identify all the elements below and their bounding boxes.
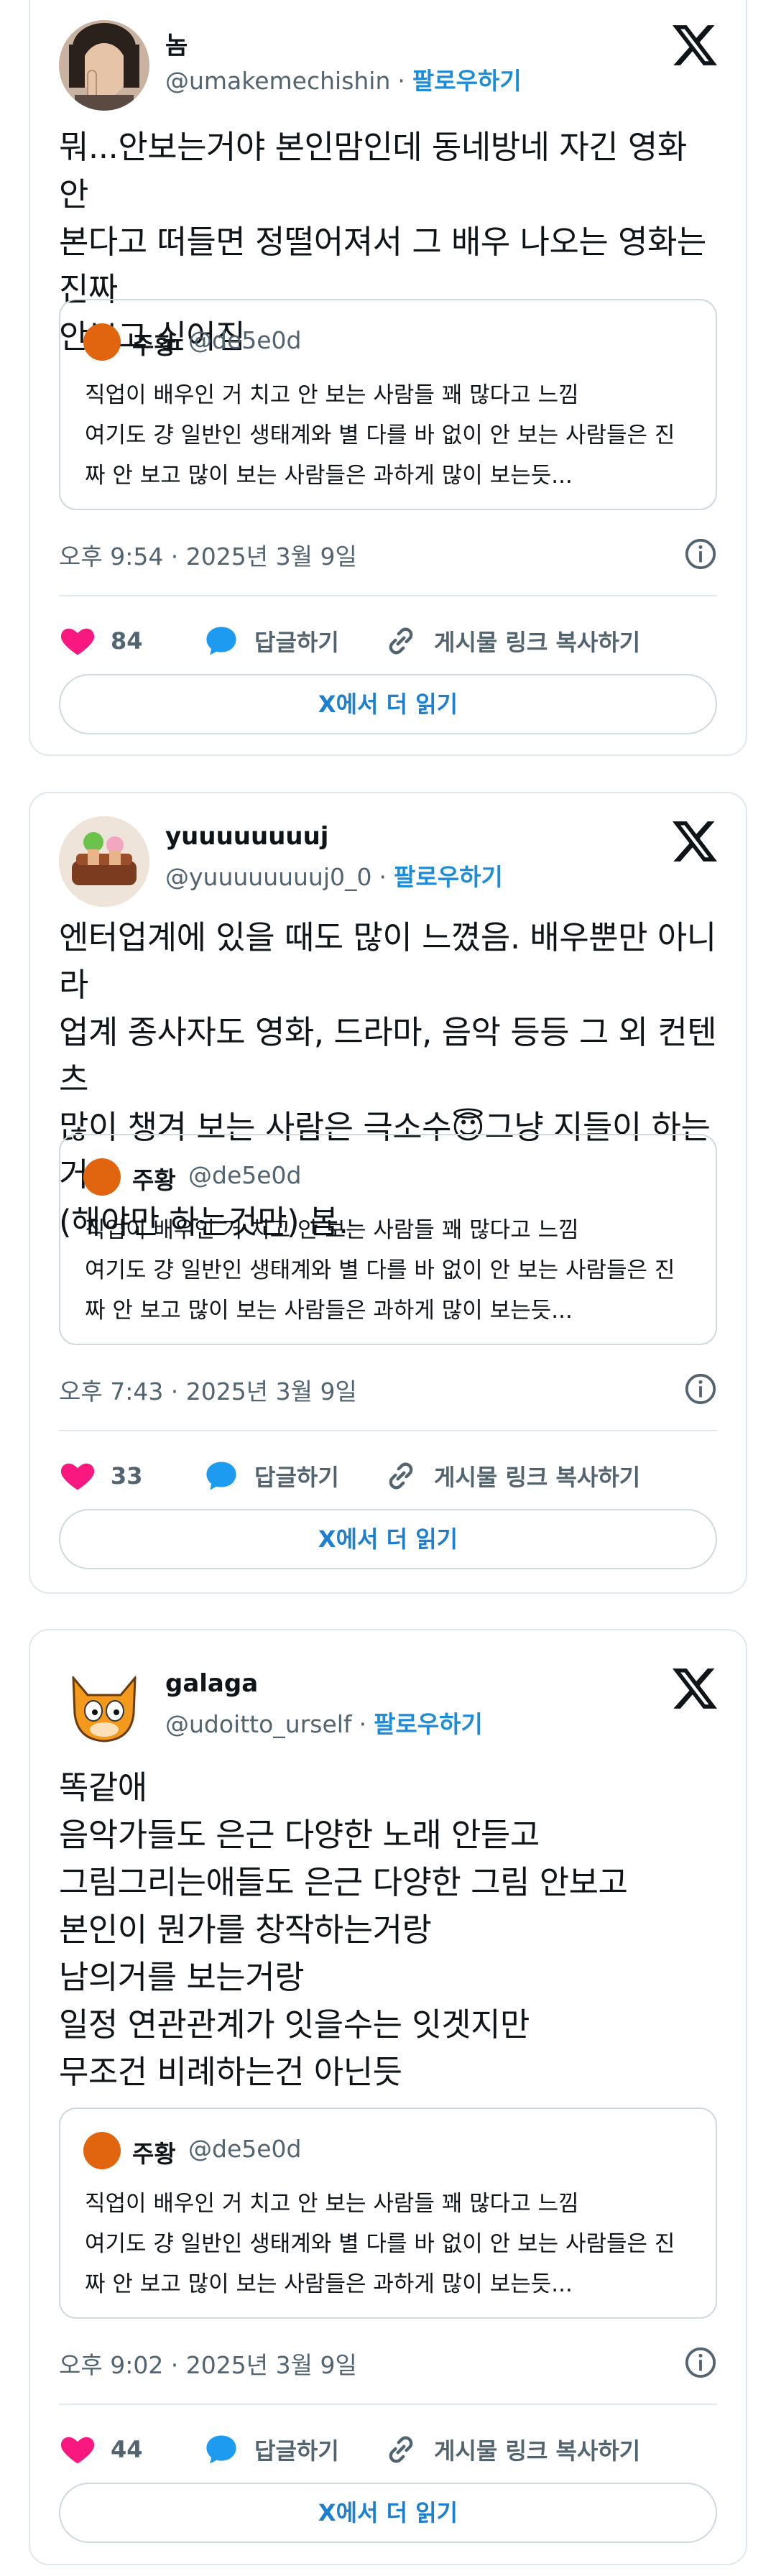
x-logo-icon[interactable] [673, 819, 717, 864]
reply-label: 답글하기 [254, 1464, 339, 1491]
tweet-text: 똑같애 음악가들도 은근 다양한 노래 안듣고 그림그리는애들도 은근 다양한 … [59, 1768, 628, 2091]
timestamp[interactable]: 오후 9:02 · 2025년 3월 9일 [59, 2346, 357, 2381]
handle-row: @udoitto_urself · 팔로우하기 [165, 1705, 483, 1740]
quote-avatar [83, 323, 121, 361]
reply-label: 답글하기 [254, 2437, 339, 2465]
quoted-tweet[interactable]: 주황 @de5e0d 직업이 배우인 거 치고 안 보는 사람들 꽤 많다고 느… [59, 299, 717, 510]
info-icon[interactable] [684, 2346, 717, 2379]
divider [59, 1430, 717, 1431]
reply-button[interactable]: 답글하기 [203, 2428, 339, 2471]
tweet-header: 놈 @umakemechishin · 팔로우하기 [59, 20, 717, 115]
display-name[interactable]: galaga [165, 1669, 258, 1698]
follow-button[interactable]: 팔로우하기 [394, 863, 503, 891]
avatar[interactable] [59, 20, 149, 111]
follow-button[interactable]: 팔로우하기 [412, 67, 522, 95]
user-handle[interactable]: @umakemechishin [165, 67, 390, 95]
tweet-header: yuuuuuuuuj @yuuuuuuuuj0_0 · 팔로우하기 [59, 816, 717, 911]
quote-handle: @de5e0d [188, 2135, 302, 2163]
reply-button[interactable]: 답글하기 [203, 1454, 339, 1497]
link-icon [389, 627, 413, 655]
quoted-tweet[interactable]: 주황 @de5e0d 직업이 배우인 거 치고 안 보는 사람들 꽤 많다고 느… [59, 2108, 717, 2319]
x-logo-icon[interactable] [673, 1666, 717, 1711]
display-name[interactable]: yuuuuuuuuj [165, 822, 328, 851]
copy-link-label: 게시물 링크 복사하기 [434, 629, 641, 656]
quote-text: 직업이 배우인 거 치고 안 보는 사람들 꽤 많다고 느낌 여기도 걍 일반인… [85, 1217, 675, 1324]
quote-display-name: 주황 [132, 1166, 176, 1194]
action-bar: 33 답글하기 게시물 링크 복사하기 [59, 1454, 717, 1497]
handle-row: @umakemechishin · 팔로우하기 [165, 62, 522, 96]
copy-link-label: 게시물 링크 복사하기 [434, 1464, 641, 1491]
avatar[interactable] [59, 816, 149, 907]
x-logo-icon[interactable] [673, 23, 717, 68]
quote-display-name: 주황 [132, 331, 176, 359]
separator: · [359, 1710, 367, 1738]
copy-link-button[interactable]: 게시물 링크 복사하기 [382, 619, 640, 663]
avatar[interactable] [59, 1663, 149, 1754]
like-count: 84 [111, 627, 143, 655]
display-name[interactable]: 놈 [165, 26, 188, 61]
tweet-header: galaga @udoitto_urself · 팔로우하기 [59, 1663, 717, 1758]
info-icon[interactable] [684, 1372, 717, 1405]
separator: · [397, 67, 405, 95]
speech-bubble-icon [206, 1462, 236, 1490]
tweet-card: galaga @udoitto_urself · 팔로우하기 똑같애 음악가들도 은… [29, 1629, 747, 2565]
link-icon [389, 1462, 413, 1490]
quote-avatar [83, 1158, 121, 1196]
copy-link-button[interactable]: 게시물 링크 복사하기 [382, 1454, 640, 1497]
follow-button[interactable]: 팔로우하기 [374, 1710, 483, 1738]
quote-handle: @de5e0d [188, 326, 302, 354]
info-icon[interactable] [684, 537, 717, 571]
quote-text: 직업이 배우인 거 치고 안 보는 사람들 꽤 많다고 느낌 여기도 걍 일반인… [85, 382, 675, 489]
divider [59, 595, 717, 596]
reply-label: 답글하기 [254, 629, 339, 656]
timestamp[interactable]: 오후 9:54 · 2025년 3월 9일 [59, 537, 357, 572]
divider [59, 2404, 717, 2405]
quote-display-name: 주황 [132, 2140, 176, 2168]
read-more-button[interactable]: X에서 더 읽기 [59, 1509, 717, 1569]
speech-bubble-icon [206, 627, 236, 655]
reply-button[interactable]: 답글하기 [203, 619, 339, 663]
link-icon [389, 2436, 413, 2463]
quote-avatar [83, 2132, 121, 2169]
like-button[interactable]: 44 [59, 2428, 143, 2471]
heart-icon [60, 2437, 95, 2464]
user-handle[interactable]: @udoitto_urself [165, 1710, 352, 1738]
copy-link-label: 게시물 링크 복사하기 [434, 2437, 641, 2465]
read-more-button[interactable]: X에서 더 읽기 [59, 674, 717, 734]
speech-bubble-icon [206, 2435, 236, 2464]
quote-handle: @de5e0d [188, 1161, 302, 1189]
like-button[interactable]: 84 [59, 619, 143, 663]
heart-icon [60, 1463, 95, 1490]
quote-text: 직업이 배우인 거 치고 안 보는 사람들 꽤 많다고 느낌 여기도 걍 일반인… [85, 2191, 675, 2297]
read-more-button[interactable]: X에서 더 읽기 [59, 2483, 717, 2543]
like-count: 33 [111, 1462, 143, 1490]
action-bar: 44 답글하기 게시물 링크 복사하기 [59, 2428, 717, 2471]
like-count: 44 [111, 2436, 143, 2463]
handle-row: @yuuuuuuuuj0_0 · 팔로우하기 [165, 858, 503, 892]
copy-link-button[interactable]: 게시물 링크 복사하기 [382, 2428, 640, 2471]
action-bar: 84 답글하기 게시물 링크 복사하기 [59, 619, 717, 663]
user-handle[interactable]: @yuuuuuuuuj0_0 [165, 863, 372, 891]
tweet-card: 놈 @umakemechishin · 팔로우하기 뭐...안보는거야 본인맘인데 … [29, 0, 747, 756]
timestamp[interactable]: 오후 7:43 · 2025년 3월 9일 [59, 1372, 357, 1407]
quoted-tweet[interactable]: 주황 @de5e0d 직업이 배우인 거 치고 안 보는 사람들 꽤 많다고 느… [59, 1134, 717, 1345]
tweet-card: yuuuuuuuuj @yuuuuuuuuj0_0 · 팔로우하기 엔터업계에 있을… [29, 792, 747, 1594]
heart-icon [60, 628, 95, 655]
separator: · [379, 863, 387, 891]
like-button[interactable]: 33 [59, 1454, 143, 1497]
